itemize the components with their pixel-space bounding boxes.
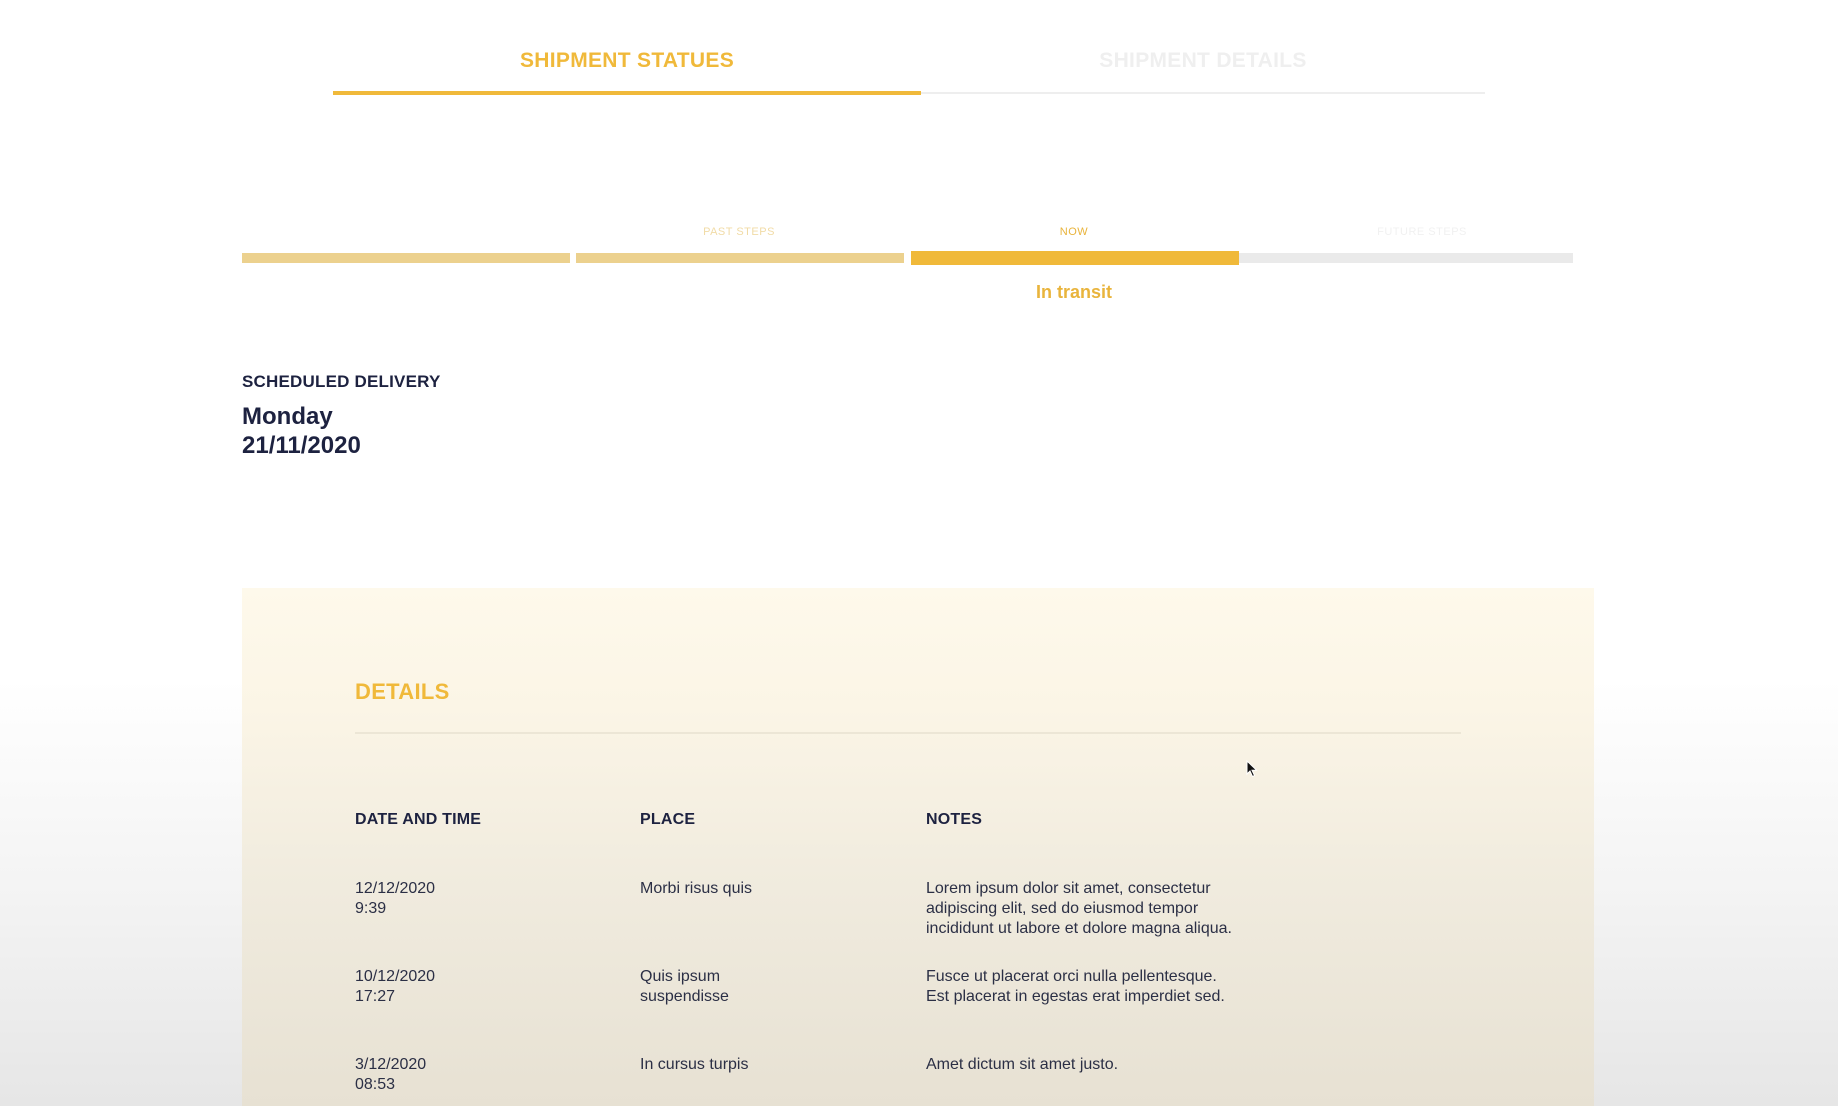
progress-segment-current (911, 251, 1239, 265)
details-divider (355, 732, 1461, 734)
scheduled-delivery-label: SCHEDULED DELIVERY (242, 372, 441, 391)
tab-shipment-statues[interactable]: SHIPMENT STATUES (333, 30, 921, 95)
progress-segment-past-1 (242, 253, 570, 263)
cell-place: In cursus turpis (640, 1056, 749, 1073)
progress-segment-past-2 (576, 253, 904, 263)
past-steps-label: PAST STEPS (703, 226, 775, 238)
details-panel: DETAILS DATE AND TIME PLACE NOTES 12/12/… (242, 588, 1594, 1106)
scheduled-delivery-date: 21/11/2020 (242, 432, 361, 459)
mouse-pointer-icon (1246, 760, 1258, 778)
scheduled-delivery-day: Monday (242, 403, 333, 430)
scheduled-delivery: SCHEDULED DELIVERY Monday 21/11/2020 (242, 372, 441, 460)
cell-notes: Lorem ipsum dolor sit amet, consectetur … (926, 880, 1232, 937)
cell-notes: Fusce ut placerat orci nulla pellentesqu… (926, 968, 1225, 1005)
progress-segment-future (1239, 253, 1573, 263)
cell-place: Quis ipsum suspendisse (640, 968, 729, 1005)
cell-date-and-time: 3/12/2020 08:53 (355, 1056, 427, 1093)
tab-bar: SHIPMENT STATUES SHIPMENT DETAILS (333, 30, 1485, 95)
column-header-notes: NOTES (926, 811, 983, 828)
column-header-place: PLACE (640, 811, 696, 828)
cell-date-and-time: 10/12/2020 17:27 (355, 968, 436, 1005)
cell-place: Morbi risus quis (640, 880, 753, 897)
now-step-label: NOW (1059, 226, 1089, 238)
current-status-text: In transit (1035, 282, 1113, 302)
cell-notes: Amet dictum sit amet justo. (926, 1056, 1119, 1073)
column-header-date-and-time: DATE AND TIME (355, 811, 482, 828)
cell-date-and-time: 12/12/2020 9:39 (355, 880, 436, 917)
details-title: DETAILS (355, 679, 450, 704)
shipment-progress-stepper: PAST STEPS NOW FUTURE STEPS In transit (242, 220, 1573, 310)
future-steps-label: FUTURE STEPS (1377, 226, 1467, 238)
tab-shipment-details[interactable]: SHIPMENT DETAILS (921, 30, 1485, 92)
